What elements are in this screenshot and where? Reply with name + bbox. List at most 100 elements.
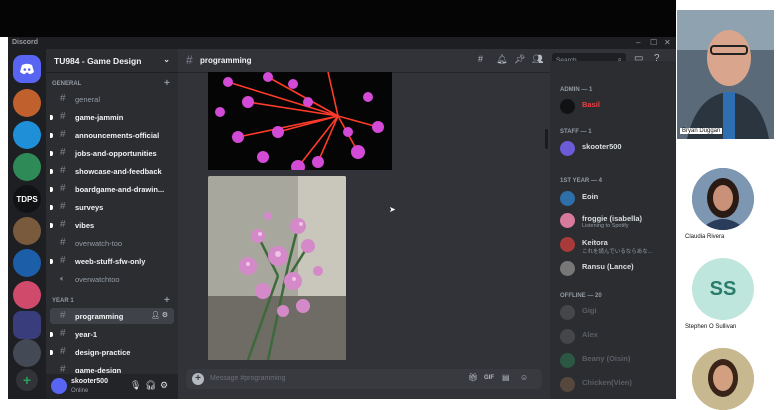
- channel-boardgame-and-drawing[interactable]: # boardgame-and-drawin...: [50, 181, 174, 197]
- minimize-button[interactable]: –: [636, 38, 640, 47]
- member-basil[interactable]: Basil: [560, 97, 676, 117]
- member-skooter500[interactable]: skooter500: [560, 139, 676, 159]
- hash-icon: #: [186, 53, 193, 67]
- gear-icon[interactable]: ⚙︎: [160, 380, 168, 391]
- emoji-icon[interactable]: ☺: [520, 373, 528, 382]
- hash-icon: #: [60, 183, 66, 194]
- unread-pip: [50, 151, 53, 156]
- participant-avatar-stephen[interactable]: SS: [692, 258, 754, 320]
- avatar: [560, 141, 575, 156]
- participant-initials: SS: [709, 277, 737, 300]
- hash-icon: #: [60, 93, 66, 104]
- hash-icon: #: [60, 255, 66, 266]
- member-froggie[interactable]: froggie (isabella) Listening to Spotify: [560, 211, 676, 231]
- unread-pip: [50, 350, 53, 355]
- unread-pip: [50, 259, 53, 264]
- unread-pip: [50, 169, 53, 174]
- screen-top-bar: [0, 0, 776, 37]
- maximize-button[interactable]: ☐: [650, 38, 657, 47]
- scrollbar[interactable]: [545, 129, 548, 149]
- member-eoin[interactable]: Eoin: [560, 189, 676, 209]
- gift-icon[interactable]: 🎁︎: [468, 373, 478, 382]
- server-text-icon[interactable]: TDPS: [13, 185, 41, 213]
- avatar: [560, 191, 575, 206]
- participant-avatar-4[interactable]: [692, 348, 754, 410]
- gif-icon[interactable]: GIF: [484, 375, 494, 381]
- channel-settings-icons[interactable]: 👤︎ ⚙︎: [151, 311, 168, 319]
- headphones-icon[interactable]: 🎧︎: [145, 380, 156, 391]
- server-avatar-icon[interactable]: [13, 281, 41, 309]
- server-avatar-icon[interactable]: [13, 89, 41, 117]
- member-group-label: 1ST YEAR — 4: [560, 178, 602, 184]
- chat-area: # programming # 🔔︎ 📌︎ 👥︎ + Message #prog…: [178, 49, 550, 399]
- channel-jobs-and-opportunities[interactable]: # jobs-and-opportunities: [50, 145, 174, 161]
- member-alex[interactable]: Alex: [560, 327, 676, 347]
- close-button[interactable]: ✕: [664, 38, 671, 47]
- attachment-image-flower-render[interactable]: [208, 72, 392, 170]
- member-group-label: ADMIN — 1: [560, 87, 593, 93]
- channel-sidebar: TU984 - Game Design ⌄ GENERAL + # general…: [46, 49, 178, 399]
- hash-icon: #: [60, 346, 66, 357]
- sticker-icon[interactable]: ▤: [502, 373, 510, 382]
- participant-avatar-claudia[interactable]: [692, 168, 754, 230]
- channel-weeb-stuff-sfw-only[interactable]: # weeb-stuff-sfw-only: [50, 253, 174, 269]
- server-text-label: TDPS: [16, 194, 38, 204]
- channel-vibes[interactable]: # vibes: [50, 217, 174, 233]
- category-year-1[interactable]: YEAR 1 +: [52, 295, 170, 306]
- microphone-icon[interactable]: 🎙︎: [130, 380, 141, 391]
- user-panel: skooter500 Online 🎙︎ 🎧︎ ⚙︎: [46, 374, 178, 399]
- category-general[interactable]: GENERAL +: [52, 78, 170, 89]
- server-avatar-icon[interactable]: [13, 153, 41, 181]
- avatar: [560, 377, 575, 392]
- member-ransu[interactable]: Ransu (Lance): [560, 259, 676, 279]
- add-attachment-icon[interactable]: +: [192, 373, 204, 385]
- server-avatar-icon[interactable]: [13, 217, 41, 245]
- pin-icon[interactable]: 📌︎: [514, 54, 525, 65]
- speaker-icon: 🔈︎: [60, 274, 65, 283]
- attachment-image-verbena-photo[interactable]: [208, 176, 346, 360]
- add-channel-icon[interactable]: +: [164, 78, 170, 89]
- hash-icon: #: [60, 364, 66, 373]
- member-gigi[interactable]: Gigi: [560, 303, 676, 323]
- participant-name: Bryan Duggan: [680, 128, 723, 134]
- bell-icon[interactable]: 🔔︎: [496, 54, 507, 65]
- server-avatar-icon[interactable]: [13, 339, 41, 367]
- hash-icon: #: [60, 237, 66, 248]
- member-group-label: OFFLINE — 20: [560, 293, 602, 299]
- channel-surveys[interactable]: # surveys: [50, 199, 174, 215]
- channel-design-practice[interactable]: # design-practice: [50, 344, 174, 360]
- add-server-icon[interactable]: +: [16, 369, 38, 391]
- message-composer[interactable]: + Message #programming 🎁︎ GIF ▤ ☺: [186, 369, 542, 389]
- channel-game-design[interactable]: # game-design: [50, 362, 174, 373]
- channel-showcase-and-feedback[interactable]: # showcase-and-feedback: [50, 163, 174, 179]
- server-folder-icon[interactable]: [13, 311, 41, 339]
- avatar: [560, 329, 575, 344]
- unread-pip: [50, 332, 53, 337]
- channel-title: programming: [200, 56, 252, 65]
- unread-pip: [50, 223, 53, 228]
- hash-icon: #: [60, 165, 66, 176]
- channel-overwatch-too[interactable]: # overwatch-too: [50, 235, 174, 251]
- participant-name: Claudia Rivera: [685, 234, 725, 240]
- channel-header: # programming # 🔔︎ 📌︎ 👥︎: [178, 49, 550, 73]
- participant-camera-bryan[interactable]: Bryan Duggan: [677, 10, 774, 139]
- member-group-label: STAFF — 1: [560, 129, 592, 135]
- server-avatar-icon[interactable]: [13, 121, 41, 149]
- avatar[interactable]: [51, 378, 67, 394]
- channel-announcements-official[interactable]: # announcements-official: [50, 127, 174, 143]
- channel-year-1[interactable]: # year-1: [50, 326, 174, 342]
- voice-channel-overwatchtoo[interactable]: 🔈︎ overwatchtoo: [50, 271, 174, 287]
- member-beany[interactable]: Beany (Oisin): [560, 351, 676, 371]
- member-chicken[interactable]: Chicken(Vien): [560, 375, 676, 395]
- channel-game-jammin[interactable]: # game-jammin: [50, 109, 174, 125]
- add-channel-icon[interactable]: +: [164, 295, 170, 306]
- member-list-icon[interactable]: 👥︎: [532, 54, 543, 65]
- server-avatar-icon[interactable]: [13, 249, 41, 277]
- channel-programming[interactable]: # programming 👤︎ ⚙︎: [50, 308, 174, 324]
- guild-header[interactable]: TU984 - Game Design ⌄: [46, 49, 178, 73]
- discord-home-icon[interactable]: [13, 55, 41, 83]
- channel-general[interactable]: # general: [50, 91, 174, 107]
- member-keitora[interactable]: Keitora これを読んでいるならあな...: [560, 235, 676, 255]
- threads-icon[interactable]: #: [478, 54, 483, 64]
- category-label: YEAR 1: [52, 298, 74, 304]
